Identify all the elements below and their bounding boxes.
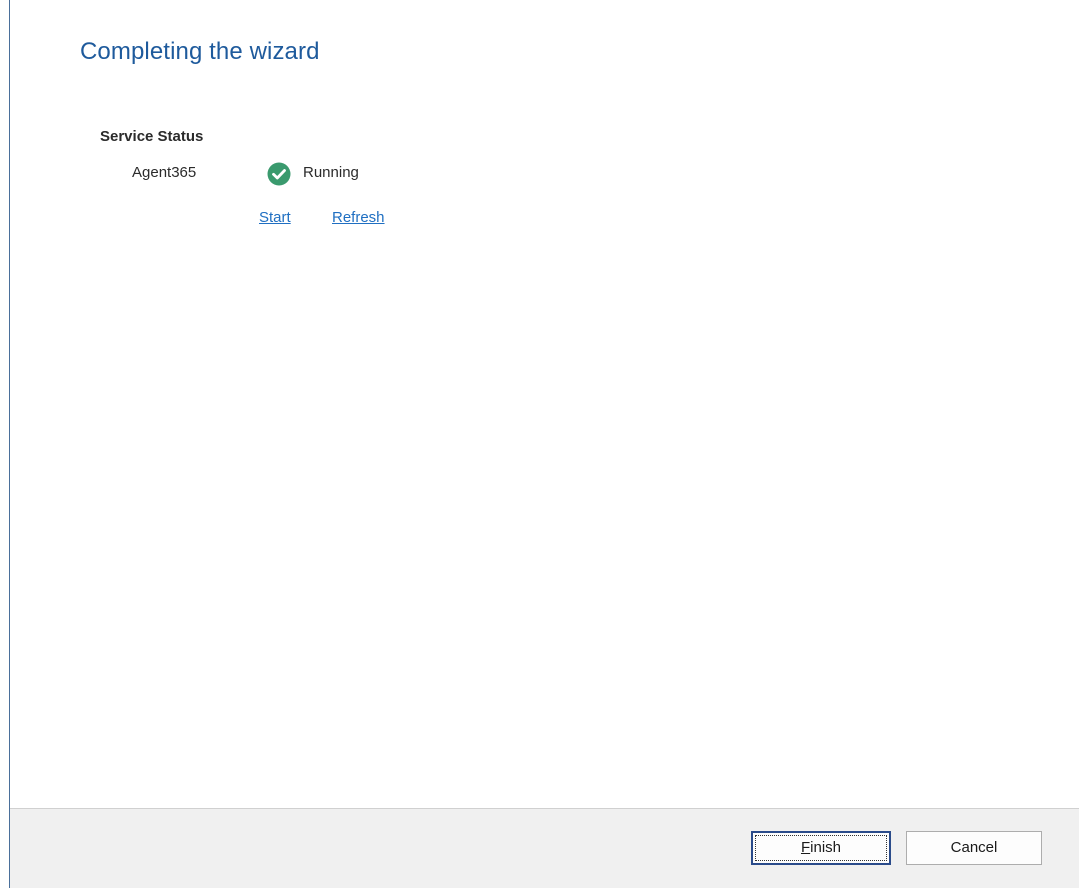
wizard-content: Completing the wizard Service Status Age… xyxy=(10,0,1079,808)
wizard-footer: Finish Cancel xyxy=(10,808,1079,888)
start-service-link[interactable]: Start xyxy=(259,209,291,226)
page-title: Completing the wizard xyxy=(80,38,320,65)
refresh-status-link[interactable]: Refresh xyxy=(332,209,385,226)
service-status-heading: Service Status xyxy=(100,128,204,145)
finish-button[interactable]: Finish xyxy=(751,831,891,865)
service-name: Agent365 xyxy=(132,164,197,181)
service-status-text: Running xyxy=(303,164,359,181)
finish-mnemonic: F xyxy=(800,839,811,856)
cancel-button[interactable]: Cancel xyxy=(906,831,1042,865)
finish-label-rest: inish xyxy=(810,839,842,856)
check-circle-icon xyxy=(267,162,291,186)
wizard-window: Completing the wizard Service Status Age… xyxy=(0,0,1079,888)
